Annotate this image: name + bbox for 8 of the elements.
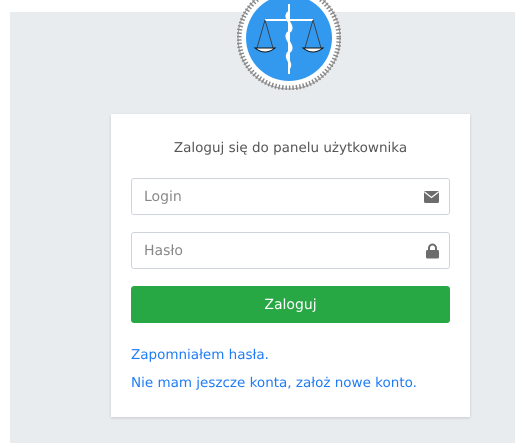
text-link[interactable]: Nie mam jeszcze konta, założ nowe konto. <box>131 373 417 393</box>
envelope-icon <box>424 190 439 202</box>
login-title: Zaloguj się do panelu użytkownika <box>172 139 408 158</box>
text-link[interactable]: Zapomniałem hasła. <box>131 345 269 365</box>
password-field[interactable]: Hasło <box>131 232 450 269</box>
lock-icon <box>426 243 439 258</box>
login-field[interactable]: Login <box>131 178 450 215</box>
login-button[interactable]: Zaloguj <box>131 286 450 323</box>
